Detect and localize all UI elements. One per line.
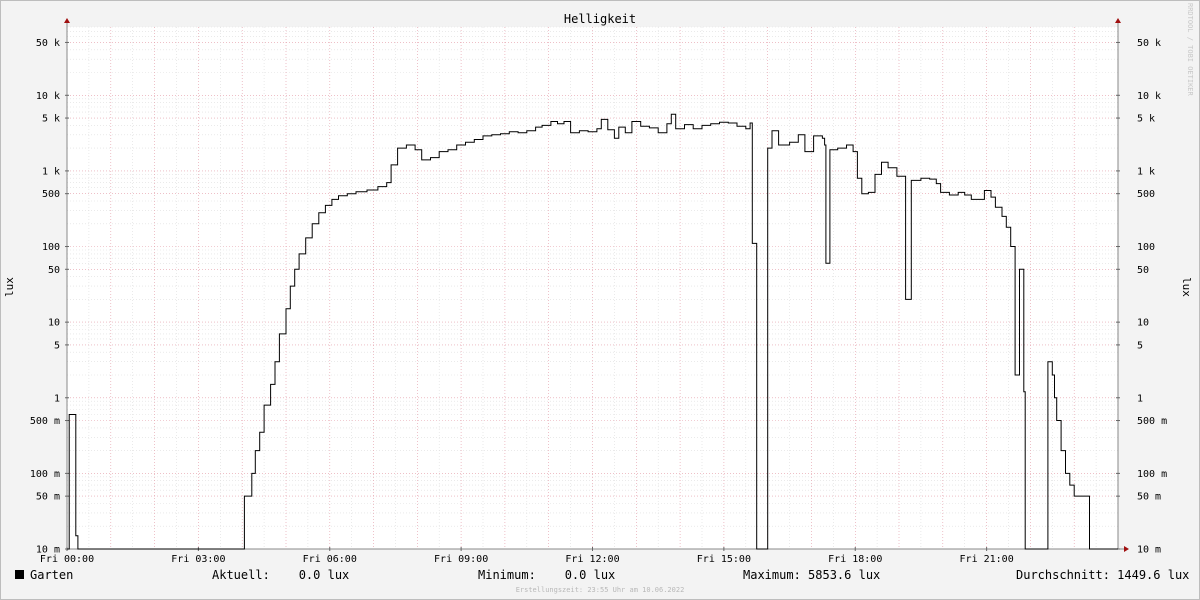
y-tick-label: 1 <box>54 393 60 404</box>
y-tick-label: 50 k <box>36 38 60 49</box>
y-tick-label: 500 m <box>30 416 60 427</box>
y-tick-label: 5 <box>54 340 60 351</box>
y-tick-label-right: 50 m <box>1137 492 1161 503</box>
legend-aktuell: Aktuell: 0.0 lux <box>212 568 350 582</box>
y-tick-label-right: 10 m <box>1137 545 1161 556</box>
y-tick-label-right: 500 <box>1137 189 1155 200</box>
y-axis-label-left: lux <box>3 277 16 297</box>
x-axis-arrow <box>1124 546 1129 552</box>
y-tick-label: 500 <box>42 189 60 200</box>
y-tick-label: 50 m <box>36 492 60 503</box>
chart-title: Helligkeit <box>564 12 636 26</box>
x-tick-label: Fri 06:00 <box>303 554 357 565</box>
y-tick-label-right: 500 m <box>1137 416 1167 427</box>
x-tick-label: Fri 15:00 <box>697 554 751 565</box>
y-axis-label-right: lux <box>1180 277 1193 297</box>
brightness-chart: 50 k 50 k 10 k 10 k 5 k 5 k 1 k 1 k 500 500 100 100… <box>3 3 1194 594</box>
y-tick-label-right: 5 <box>1137 340 1143 351</box>
y-tick-label: 1 k <box>42 166 60 177</box>
rrdtool-watermark: RRDTOOL / TOBI OETIKER <box>1186 3 1194 97</box>
y-tick-label: 10 k <box>36 91 60 102</box>
y-tick-label-right: 100 m <box>1137 469 1167 480</box>
x-tick-label: Fri 21:00 <box>960 554 1014 565</box>
y-tick-label: 10 <box>48 318 60 329</box>
y-tick-label: 100 <box>42 242 60 253</box>
legend-series-name: Garten <box>30 568 74 582</box>
y-tick-label: 100 m <box>30 469 60 480</box>
y-tick-label-right: 1 k <box>1137 166 1155 177</box>
y-tick-label-right: 5 k <box>1137 114 1155 125</box>
y-tick-label-right: 10 <box>1137 318 1149 329</box>
y-tick-label-right: 1 <box>1137 393 1143 404</box>
legend-minimum: Minimum: 0.0 lux <box>478 568 616 582</box>
x-tick-label: Fri 18:00 <box>828 554 882 565</box>
x-tick-label: Fri 09:00 <box>434 554 488 565</box>
y-axis-arrow-right <box>1115 18 1121 23</box>
x-tick-label: Fri 00:00 <box>40 554 94 565</box>
y-tick-label-right: 50 k <box>1137 38 1161 49</box>
legend-durchschnitt: Durchschnitt: 1449.6 lux <box>1016 568 1190 582</box>
legend-maximum: Maximum: 5853.6 lux <box>743 568 881 582</box>
y-tick-label-right: 10 k <box>1137 91 1161 102</box>
x-tick-label: Fri 12:00 <box>565 554 619 565</box>
y-tick-label-right: 50 <box>1137 265 1149 276</box>
y-axis-arrow-left <box>64 18 70 23</box>
y-tick-label: 50 <box>48 265 60 276</box>
y-tick-label-right: 100 <box>1137 242 1155 253</box>
creation-time: Erstellungszeit: 23:55 Uhr am 10.06.2022 <box>516 586 685 594</box>
legend-swatch <box>15 570 24 579</box>
x-tick-label: Fri 03:00 <box>171 554 225 565</box>
y-tick-label: 5 k <box>42 114 60 125</box>
